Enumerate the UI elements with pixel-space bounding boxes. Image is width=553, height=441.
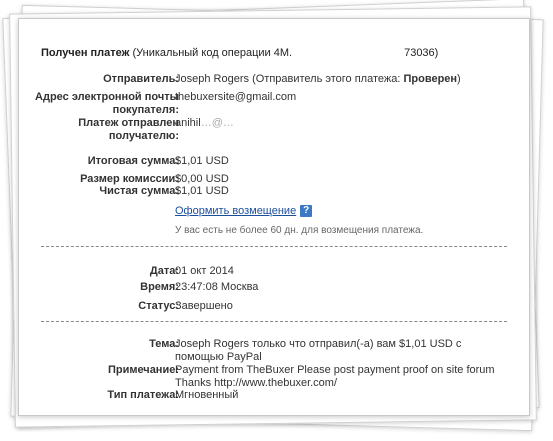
buyer-email-value: thebuxersite@gmail.com [175, 91, 297, 103]
date-label: Дата: [149, 265, 179, 277]
status-label: Статус: [138, 300, 179, 312]
payment-type-label: Тип платежа: [107, 389, 179, 401]
recipient-value: anihil…@… [175, 117, 515, 130]
transaction-id-end: 73036) [404, 47, 439, 59]
date-value: 01 окт 2014 [175, 265, 234, 277]
sender-status-suffix: ) [457, 73, 461, 85]
net-label: Чистая сумма: [99, 185, 179, 197]
payment-type-value: Мгновенный [175, 389, 239, 401]
subject-value: Joseph Rogers только что отправил(-а) ва… [175, 338, 462, 363]
help-icon[interactable]: ? [300, 205, 313, 218]
recipient-email: anihil [175, 117, 201, 129]
note-value: Payment from TheBuxer Please post paymen… [175, 364, 495, 389]
total-label: Итоговая сумма: [87, 155, 179, 167]
net-value: $1,01 USD [175, 185, 229, 197]
time-value: 23:47:08 Москва [175, 281, 259, 293]
refund-link[interactable]: Оформить возмещение [175, 205, 296, 217]
sender-status-prefix: (Отправитель этого платежа: [252, 73, 401, 85]
payment-title: Получен платеж (Уникальный код операции … [41, 47, 438, 59]
time-label: Время: [140, 281, 179, 293]
sender-value: Joseph Rogers (Отправитель этого платежа… [175, 73, 515, 86]
divider [41, 246, 507, 247]
payment-details-card: Получен платеж (Уникальный код операции … [18, 18, 530, 416]
status-value: Завершено [175, 300, 233, 312]
subject-label: Тема: [149, 338, 179, 350]
payment-title-bold: Получен платеж [41, 47, 130, 59]
sender-name: Joseph Rogers [175, 73, 249, 85]
refund-link-wrap: Оформить возмещение? [175, 205, 515, 218]
sender-status: Проверен [403, 73, 458, 85]
buyer-email-label: Адрес электронной почты покупателя: [35, 91, 179, 116]
transaction-id-start: (Уникальный код операции 4M. [132, 47, 293, 59]
refund-note: У вас есть не более 60 дн. для возмещени… [175, 225, 424, 236]
sender-label: Отправитель: [103, 73, 179, 85]
recipient-label: Платеж отправлен получателю: [78, 117, 179, 142]
recipient-email-redacted: …@… [200, 117, 234, 129]
total-value: $1,01 USD [175, 155, 229, 167]
note-label: Примечание: [107, 364, 179, 376]
divider [41, 321, 507, 322]
